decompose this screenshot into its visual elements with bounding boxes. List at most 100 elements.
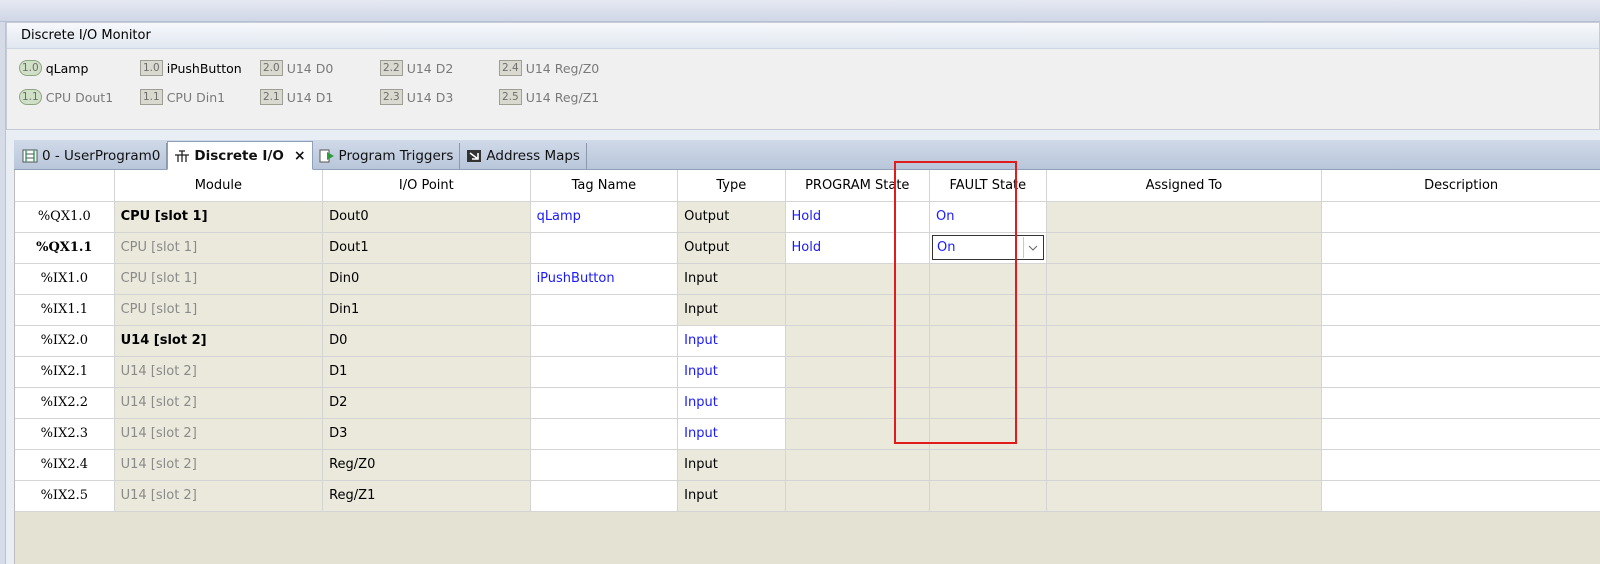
description-cell[interactable]	[1321, 232, 1600, 264]
description-cell[interactable]	[1321, 387, 1600, 419]
assigned-to-cell	[1046, 232, 1323, 264]
address-cell[interactable]: %IX1.0	[15, 263, 115, 295]
monitor-item-cpu-din1[interactable]: 1.1 CPU Din1	[140, 88, 225, 106]
program-state-cell	[785, 356, 930, 388]
monitor-item-u14-d3[interactable]: 2.3 U14 D3	[380, 88, 453, 106]
description-cell[interactable]	[1321, 449, 1600, 481]
module-cell: CPU [slot 1]	[114, 294, 324, 326]
table-row: %IX1.0 CPU [slot 1] Din0 iPushButton Inp…	[15, 263, 1600, 295]
discrete-io-monitor-panel: Discrete I/O Monitor 1.0 qLamp 1.1 CPU D…	[6, 22, 1600, 130]
monitor-item-u14-d1[interactable]: 2.1 U14 D1	[260, 88, 333, 106]
tag-name-cell[interactable]: iPushButton	[530, 263, 679, 295]
monitor-item-u14-d0[interactable]: 2.0 U14 D0	[260, 59, 333, 77]
program-state-cell	[785, 263, 930, 295]
monitor-item-u14-reg-z1[interactable]: 2.5 U14 Reg/Z1	[499, 88, 599, 106]
description-cell[interactable]	[1321, 201, 1600, 233]
module-cell: U14 [slot 2]	[114, 418, 324, 450]
tab-label: Program Triggers	[338, 148, 454, 164]
tab-label: Address Maps	[486, 148, 580, 164]
close-icon[interactable]: ×	[294, 148, 306, 164]
address-cell[interactable]: %IX2.1	[15, 356, 115, 388]
program-state-cell	[785, 294, 930, 326]
col-header-tag-name[interactable]: Tag Name	[530, 170, 679, 202]
address-cell[interactable]: %IX2.0	[15, 325, 115, 357]
fault-state-cell	[929, 356, 1047, 388]
discrete-io-table: Module I/O Point Tag Name Type PROGRAM S…	[15, 170, 1600, 512]
tab-program-triggers[interactable]: Program Triggers	[313, 143, 461, 169]
tab-address-maps[interactable]: Address Maps	[460, 143, 587, 169]
io-point-cell: D1	[322, 356, 531, 388]
col-header-type[interactable]: Type	[677, 170, 786, 202]
assigned-to-cell	[1046, 294, 1323, 326]
tab-userprogram0[interactable]: 0 - UserProgram0	[16, 143, 168, 169]
tag-name-cell[interactable]: qLamp	[530, 201, 679, 233]
col-header-assigned-to[interactable]: Assigned To	[1046, 170, 1323, 202]
monitor-item-cpu-dout1[interactable]: 1.1 CPU Dout1	[19, 88, 113, 106]
type-cell[interactable]: Input	[677, 418, 786, 450]
address-cell[interactable]: %IX1.1	[15, 294, 115, 326]
program-state-cell[interactable]: Hold	[785, 201, 930, 233]
io-status-icon: 2.1	[260, 89, 283, 105]
tab-label: 0 - UserProgram0	[42, 148, 161, 164]
tag-name-cell[interactable]	[530, 232, 679, 264]
address-cell[interactable]: %IX2.4	[15, 449, 115, 481]
io-status-icon: 2.2	[380, 60, 403, 76]
fault-state-cell[interactable]: On	[929, 201, 1047, 233]
assigned-to-cell	[1046, 480, 1323, 512]
io-module-icon	[174, 149, 190, 163]
monitor-item-ipushbutton[interactable]: 1.0 iPushButton	[140, 59, 242, 77]
monitor-item-u14-d2[interactable]: 2.2 U14 D2	[380, 59, 453, 77]
module-cell: U14 [slot 2]	[114, 356, 324, 388]
program-state-cell	[785, 418, 930, 450]
ladder-program-icon	[22, 149, 38, 163]
io-grid-area: Module I/O Point Tag Name Type PROGRAM S…	[14, 170, 1600, 564]
io-point-cell: D0	[322, 325, 531, 357]
assigned-to-cell	[1046, 201, 1323, 233]
col-header-program-state[interactable]: PROGRAM State	[785, 170, 930, 202]
address-cell[interactable]: %IX2.3	[15, 418, 115, 450]
io-status-icon: 1.0	[140, 60, 163, 76]
fault-state-cell	[929, 449, 1047, 481]
module-cell: U14 [slot 2]	[114, 449, 324, 481]
monitor-item-u14-reg-z0[interactable]: 2.4 U14 Reg/Z0	[499, 59, 599, 77]
col-header-description[interactable]: Description	[1321, 170, 1600, 202]
tag-name-cell[interactable]	[530, 387, 679, 419]
io-point-cell: D2	[322, 387, 531, 419]
chevron-down-icon[interactable]	[1022, 237, 1043, 258]
tag-name-cell[interactable]	[530, 449, 679, 481]
description-cell[interactable]	[1321, 325, 1600, 357]
tab-discrete-io[interactable]: Discrete I/O ×	[167, 141, 313, 170]
description-cell[interactable]	[1321, 263, 1600, 295]
table-row: %QX1.0 CPU [slot 1] Dout0 qLamp Output H…	[15, 201, 1600, 233]
type-cell[interactable]: Input	[677, 387, 786, 419]
fault-state-dropdown[interactable]: On	[932, 235, 1044, 260]
type-cell: Output	[677, 201, 786, 233]
tag-name-cell[interactable]	[530, 418, 679, 450]
description-cell[interactable]	[1321, 294, 1600, 326]
col-header-module[interactable]: Module	[114, 170, 324, 202]
assigned-to-cell	[1046, 387, 1323, 419]
io-point-cell: D3	[322, 418, 531, 450]
type-cell[interactable]: Input	[677, 325, 786, 357]
tag-name-cell[interactable]	[530, 356, 679, 388]
col-header-io-point[interactable]: I/O Point	[322, 170, 531, 202]
description-cell[interactable]	[1321, 480, 1600, 512]
tag-name-cell[interactable]	[530, 480, 679, 512]
address-cell[interactable]: %QX1.0	[15, 201, 115, 233]
trigger-icon	[319, 149, 335, 163]
col-header-fault-state[interactable]: FAULT State	[929, 170, 1047, 202]
tag-name-cell[interactable]	[530, 294, 679, 326]
monitor-item-qlamp[interactable]: 1.0 qLamp	[19, 59, 88, 77]
address-cell[interactable]: %QX1.1	[15, 232, 115, 264]
description-cell[interactable]	[1321, 356, 1600, 388]
address-cell[interactable]: %IX2.2	[15, 387, 115, 419]
program-state-cell[interactable]: Hold	[785, 232, 930, 264]
program-state-cell	[785, 325, 930, 357]
io-status-icon: 2.5	[499, 89, 522, 105]
io-point-cell: Reg/Z0	[322, 449, 531, 481]
tab-label: Discrete I/O	[194, 147, 284, 164]
address-cell[interactable]: %IX2.5	[15, 480, 115, 512]
description-cell[interactable]	[1321, 418, 1600, 450]
type-cell[interactable]: Input	[677, 356, 786, 388]
tag-name-cell[interactable]	[530, 325, 679, 357]
